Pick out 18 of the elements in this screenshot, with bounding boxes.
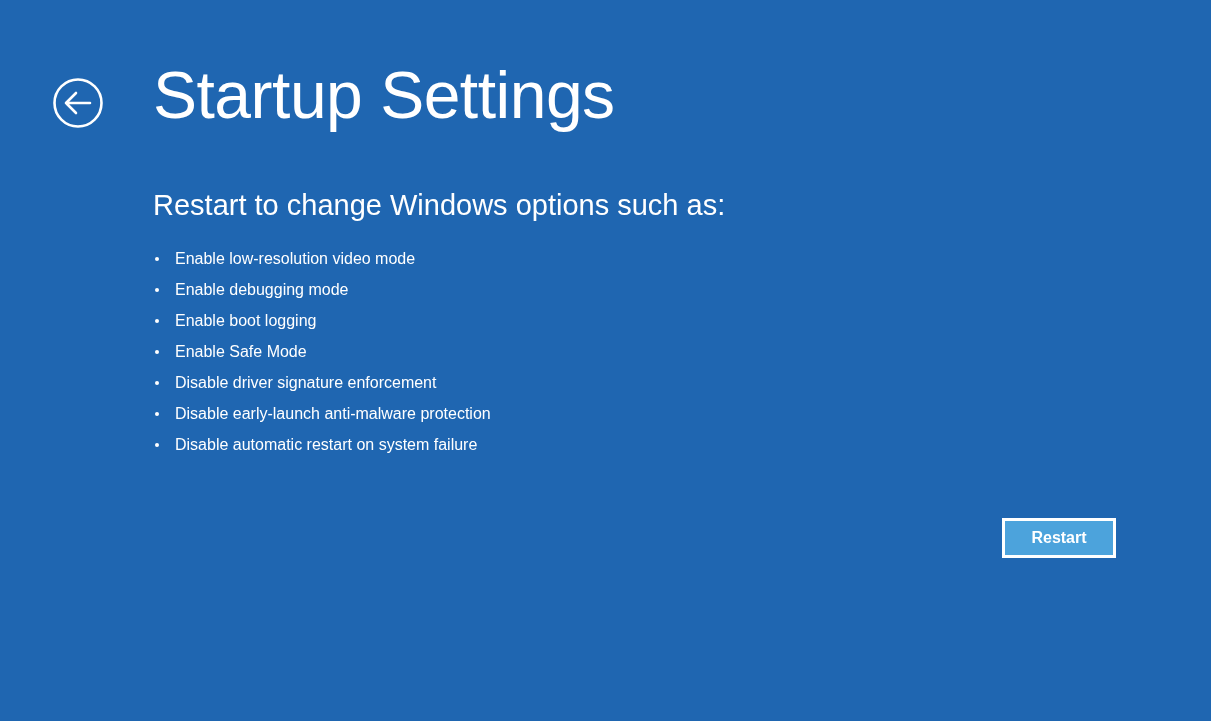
option-text: Enable Safe Mode bbox=[175, 343, 307, 360]
option-text: Disable automatic restart on system failure bbox=[175, 436, 478, 453]
option-text: Disable driver signature enforcement bbox=[175, 374, 437, 391]
bullet-icon bbox=[155, 287, 159, 292]
bullet-icon bbox=[155, 380, 159, 385]
bullet-icon bbox=[155, 256, 159, 261]
option-text: Enable debugging mode bbox=[175, 281, 349, 298]
bullet-icon bbox=[155, 442, 159, 447]
option-text: Disable early-launch anti-malware protection bbox=[175, 405, 491, 422]
subtitle: Restart to change Windows options such as: bbox=[153, 191, 726, 220]
back-button[interactable] bbox=[53, 78, 103, 128]
restart-button[interactable]: Restart bbox=[1002, 518, 1116, 558]
option-text: Enable low-resolution video mode bbox=[175, 250, 416, 267]
bullet-icon bbox=[155, 318, 159, 323]
bullet-icon bbox=[155, 349, 159, 354]
option-text: Enable boot logging bbox=[175, 312, 317, 329]
bullet-icon bbox=[155, 411, 159, 416]
back-icon bbox=[53, 78, 103, 128]
